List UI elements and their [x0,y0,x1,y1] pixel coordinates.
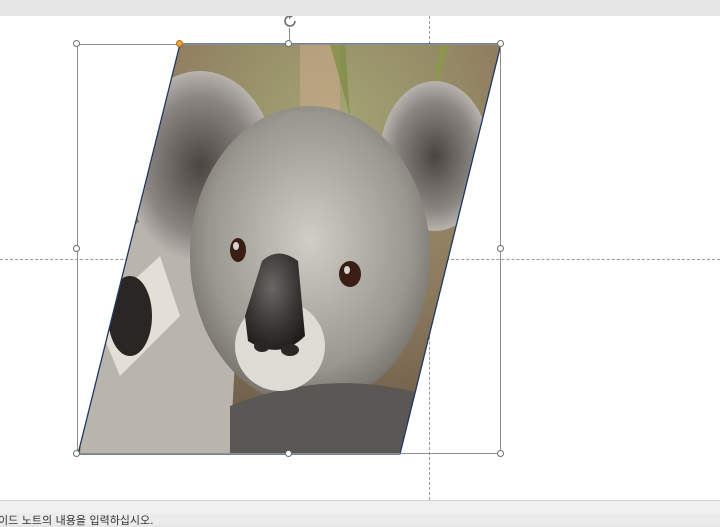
resize-handle-bottom-left[interactable] [73,450,80,457]
resize-handle-middle-right[interactable] [497,245,504,252]
notes-placeholder: 이드 노트의 내용을 입력하십시오. [0,514,154,527]
shape-adjust-handle[interactable] [176,40,183,47]
selection-box [77,44,501,454]
resize-handle-bottom-right[interactable] [497,450,504,457]
resize-handle-top-left[interactable] [73,40,80,47]
resize-handle-top-right[interactable] [497,40,504,47]
rotate-icon[interactable] [281,16,299,30]
notes-pane[interactable]: 이드 노트의 내용을 입력하십시오. [0,513,720,527]
slide-canvas[interactable] [0,16,720,500]
resize-handle-middle-left[interactable] [73,245,80,252]
resize-handle-bottom-center[interactable] [285,450,292,457]
ribbon-strip [0,0,720,16]
resize-handle-top-center[interactable] [285,40,292,47]
horizontal-scrollbar[interactable] [0,500,720,513]
